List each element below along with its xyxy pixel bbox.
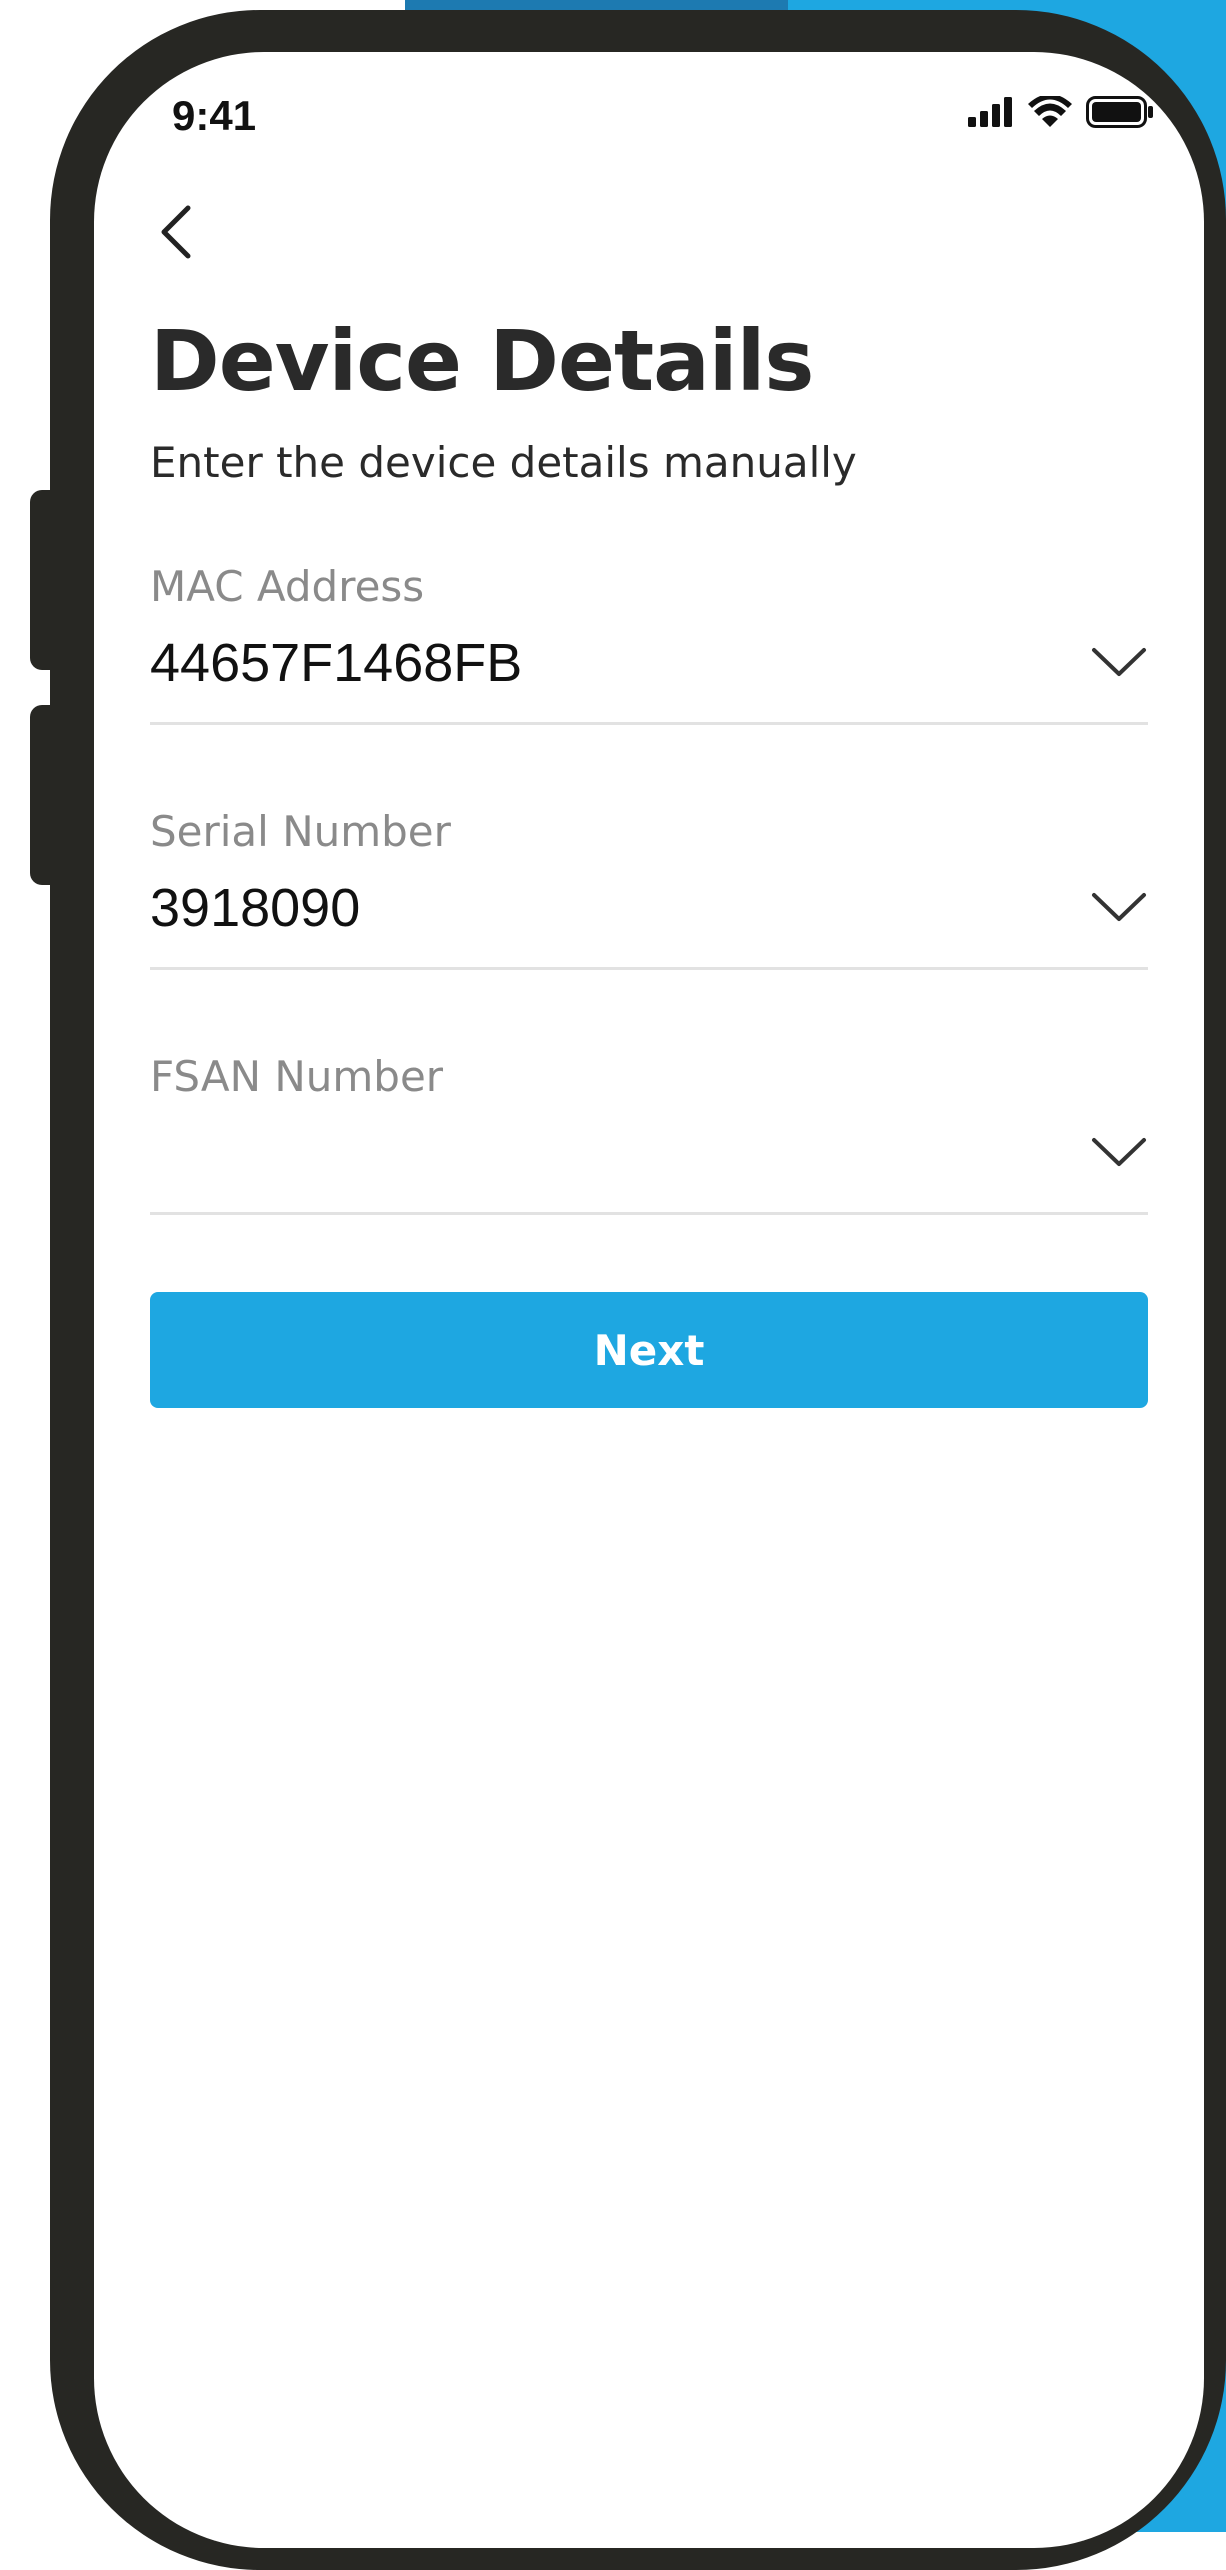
back-chevron-icon[interactable] xyxy=(150,202,210,262)
next-button[interactable]: Next xyxy=(150,1292,1148,1408)
phone-screen: 9:41 Device Details Enter the device det… xyxy=(94,52,1204,2548)
page-title: Device Details xyxy=(150,312,814,410)
fsan-number-field[interactable]: FSAN Number xyxy=(150,1052,1148,1215)
chevron-down-icon[interactable] xyxy=(1090,887,1148,927)
status-icons xyxy=(968,96,1154,128)
serial-number-label: Serial Number xyxy=(150,807,451,856)
page-subtitle: Enter the device details manually xyxy=(150,438,857,487)
chevron-down-icon[interactable] xyxy=(1090,642,1148,682)
serial-number-value[interactable]: 3918090 xyxy=(150,877,360,939)
status-time: 9:41 xyxy=(172,92,257,139)
serial-number-field[interactable]: Serial Number 3918090 xyxy=(150,807,1148,970)
chevron-down-icon[interactable] xyxy=(1090,1132,1148,1172)
signal-icon xyxy=(968,97,1012,127)
mac-address-value[interactable]: 44657F1468FB xyxy=(150,632,522,694)
mac-address-field[interactable]: MAC Address 44657F1468FB xyxy=(150,562,1148,725)
wifi-icon xyxy=(1028,96,1072,127)
fsan-number-label: FSAN Number xyxy=(150,1052,444,1101)
battery-icon xyxy=(1086,96,1153,128)
mac-address-label: MAC Address xyxy=(150,562,425,611)
